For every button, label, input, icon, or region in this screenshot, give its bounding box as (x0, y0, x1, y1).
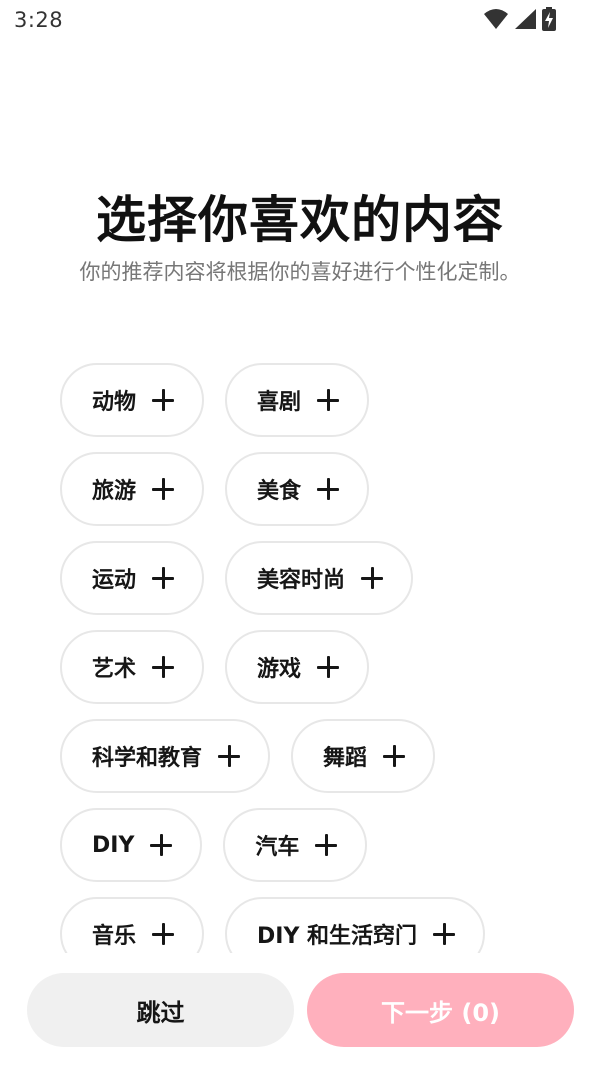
interest-chip-row: DIY 汽车 (60, 808, 540, 882)
plus-icon (383, 745, 406, 767)
interest-chip[interactable]: 喜剧 (225, 363, 370, 437)
plus-icon (152, 389, 175, 411)
interest-chip-row: 科学和教育 舞蹈 (60, 719, 540, 793)
interest-chip-row: 动物 喜剧 (60, 363, 540, 437)
interest-chip[interactable]: 音乐 (60, 897, 205, 953)
interest-chip[interactable]: 游戏 (225, 630, 370, 704)
interest-chip-label: DIY (92, 832, 135, 858)
interest-chip-label: 喜剧 (257, 390, 302, 415)
wifi-icon (484, 9, 508, 29)
interest-chip-row: 旅游 美食 (60, 452, 540, 526)
status-bar: 3:28 (0, 0, 600, 40)
plus-icon (317, 478, 340, 500)
status-time: 3:28 (14, 8, 64, 32)
cell-signal-icon (515, 9, 536, 29)
plus-icon (433, 923, 456, 945)
interest-chip[interactable]: 动物 (60, 363, 205, 437)
interest-chip-label: 科学和教育 (92, 746, 203, 771)
interest-chip-label: 艺术 (92, 657, 137, 682)
interest-chip-label: 动物 (92, 390, 137, 415)
interest-chip[interactable]: DIY (60, 808, 203, 882)
interest-chip-label: 旅游 (92, 479, 137, 504)
next-step-button[interactable]: 下一步 (0) (307, 973, 574, 1047)
interest-chip[interactable]: DIY 和生活窍门 (225, 897, 486, 953)
plus-icon (361, 567, 384, 589)
interest-chip-row: 艺术 游戏 (60, 630, 540, 704)
interest-chip-label: 舞蹈 (323, 746, 368, 771)
interest-chip-list: 动物 喜剧旅游 美食运动 美容时尚艺术 游戏科学和教育 舞蹈 DIY 汽车音乐 DIY 和生活窍… (60, 363, 540, 953)
skip-button[interactable]: 跳过 (27, 973, 294, 1047)
plus-icon (218, 745, 241, 767)
plus-icon (317, 656, 340, 678)
interest-chip-label: 音乐 (92, 924, 137, 949)
interest-selection-screen: 3:28 选择你喜欢的内容 你的推荐内容将根据你的喜好进行个性化定制。 动物 喜剧… (0, 0, 600, 1066)
plus-icon (150, 834, 173, 856)
interest-chip-label: DIY 和生活窍门 (257, 924, 418, 949)
interest-chip[interactable]: 艺术 (60, 630, 205, 704)
status-icons (484, 7, 556, 31)
interest-chip-row: 运动 美容时尚 (60, 541, 540, 615)
interest-chip[interactable]: 美容时尚 (225, 541, 414, 615)
interest-chip-label: 运动 (92, 568, 137, 593)
plus-icon (317, 389, 340, 411)
battery-charging-icon (542, 7, 556, 31)
plus-icon (315, 834, 338, 856)
page-subtitle: 你的推荐内容将根据你的喜好进行个性化定制。 (79, 260, 521, 284)
interest-chip-label: 游戏 (257, 657, 302, 682)
bottom-action-bar: 跳过 下一步 (0) (0, 953, 600, 1066)
interest-chip[interactable]: 运动 (60, 541, 205, 615)
plus-icon (152, 656, 175, 678)
interest-chip[interactable]: 美食 (225, 452, 370, 526)
interest-chip-label: 美食 (257, 479, 302, 504)
page-title: 选择你喜欢的内容 (96, 191, 504, 249)
plus-icon (152, 567, 175, 589)
interest-chip-row: 音乐 DIY 和生活窍门 (60, 897, 540, 953)
interest-chip-label: 美容时尚 (257, 568, 346, 593)
interest-chip[interactable]: 舞蹈 (291, 719, 436, 793)
plus-icon (152, 478, 175, 500)
interest-chip[interactable]: 科学和教育 (60, 719, 271, 793)
plus-icon (152, 923, 175, 945)
interest-chip-label: 汽车 (255, 835, 300, 860)
interest-chip[interactable]: 汽车 (223, 808, 368, 882)
interest-chip[interactable]: 旅游 (60, 452, 205, 526)
